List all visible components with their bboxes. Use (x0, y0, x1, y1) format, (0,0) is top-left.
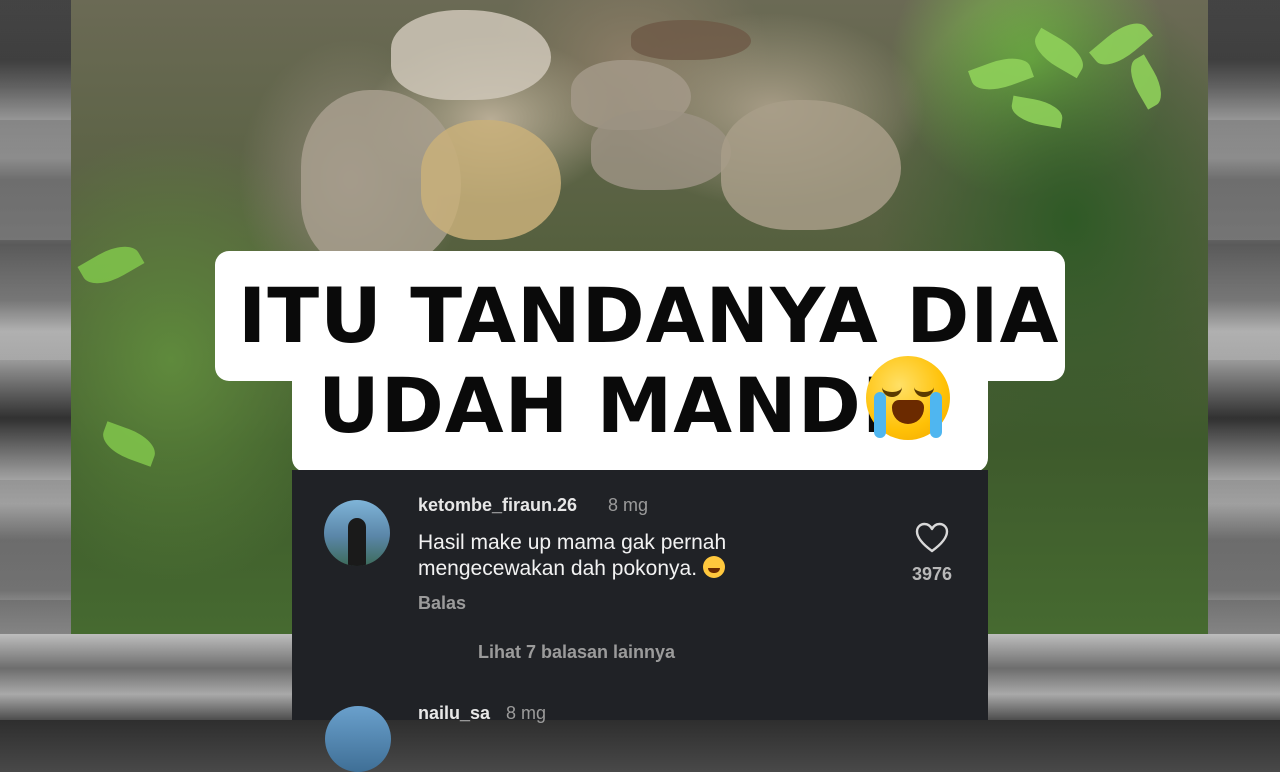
comment-username[interactable]: ketombe_firaun.26 (418, 495, 577, 516)
comment-age: 8 mg (608, 495, 649, 515)
avatar[interactable] (324, 500, 390, 566)
like-count: 3976 (911, 564, 953, 584)
view-more-replies-button[interactable]: Lihat 7 balasan lainnya (478, 642, 675, 663)
reply-button[interactable]: Balas (418, 593, 466, 614)
left-blurred-background (0, 0, 72, 720)
comment-text-body: Hasil make up mama gak pernah mengecewak… (418, 531, 727, 580)
avatar[interactable] (325, 706, 391, 772)
right-blurred-background (1208, 0, 1280, 720)
comment-age: 8 mg (506, 703, 547, 723)
heart-icon[interactable] (915, 522, 949, 554)
comment-username[interactable]: nailu_sa (418, 703, 490, 724)
comment-text: Hasil make up mama gak pernah mengecewak… (418, 530, 858, 582)
joy-emoji-icon (702, 556, 725, 578)
